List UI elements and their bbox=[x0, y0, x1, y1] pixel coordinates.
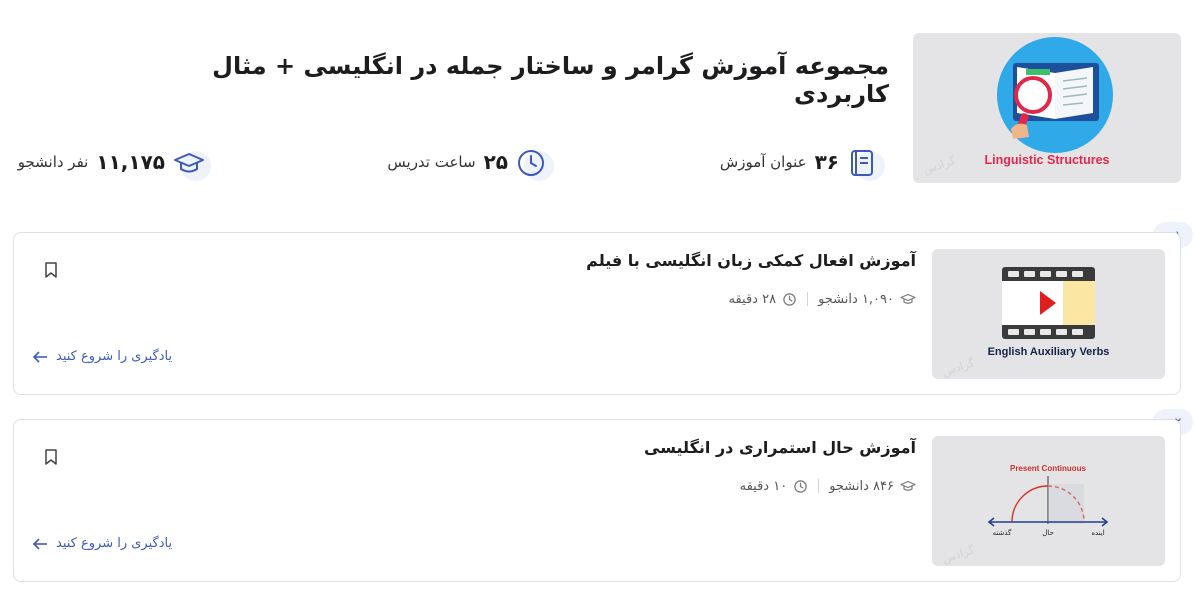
graduation-cap-icon bbox=[173, 143, 211, 181]
start-learning-label: یادگیری را شروع کنید bbox=[56, 536, 173, 551]
thumb-title: Present Continuous bbox=[1010, 464, 1087, 473]
arrow-left-icon bbox=[32, 350, 47, 363]
book-icon bbox=[847, 143, 885, 181]
clock-icon bbox=[783, 292, 796, 306]
item-thumbnail[interactable]: Present Continuous گذشته حال اینده گرادس bbox=[932, 436, 1165, 566]
stat-hours-label: ساعت تدریس bbox=[387, 153, 476, 171]
item-title[interactable]: آموزش افعال کمکی زبان انگلیسی با فیلم bbox=[316, 251, 916, 270]
page-title: مجموعه آموزش گرامر و ساختار جمله در انگل… bbox=[212, 52, 889, 108]
item-thumbnail[interactable]: English Auxiliary Verbs گرادس bbox=[932, 249, 1165, 379]
stat-lessons-label: عنوان آموزش bbox=[719, 153, 807, 171]
bookmark-icon[interactable] bbox=[42, 261, 60, 279]
arrow-left-icon bbox=[32, 537, 47, 550]
item-meta: ۸۴۶ دانشجو ۱۰ دقیقه bbox=[740, 478, 916, 494]
meta-divider bbox=[818, 479, 820, 493]
course-cover-image: Linguistic Structures گرادس bbox=[913, 33, 1181, 183]
timeline-past: گذشته bbox=[993, 528, 1012, 537]
stat-students-label: نفر دانشجو bbox=[17, 153, 89, 171]
item-students: ۸۴۶ دانشجو bbox=[829, 478, 894, 494]
item-title[interactable]: آموزش حال استمراری در انگلیسی bbox=[316, 438, 916, 457]
item-students: ۱,۰۹۰ دانشجو bbox=[818, 291, 894, 307]
clock-icon bbox=[516, 143, 554, 181]
stat-hours-value: ۲۵ bbox=[483, 150, 508, 174]
timeline-future: اینده bbox=[1091, 529, 1104, 537]
meta-divider bbox=[807, 292, 809, 306]
item-meta: ۱,۰۹۰ دانشجو ۲۸ دقیقه bbox=[729, 291, 917, 307]
item-duration: ۲۸ دقیقه bbox=[728, 291, 777, 307]
start-learning-link[interactable]: یادگیری را شروع کنید bbox=[32, 349, 172, 364]
stat-students: ۱۱,۱۷۵ نفر دانشجو bbox=[18, 142, 211, 182]
bookmark-icon[interactable] bbox=[42, 448, 60, 466]
start-learning-label: یادگیری را شروع کنید bbox=[56, 349, 173, 364]
clock-icon bbox=[794, 479, 807, 493]
course-item-card[interactable]: English Auxiliary Verbs گرادس آموزش افعا… bbox=[13, 232, 1181, 395]
stat-hours: ۲۵ ساعت تدریس bbox=[387, 142, 554, 182]
item-thumbnail-caption: English Auxiliary Verbs bbox=[987, 346, 1110, 358]
stat-lessons: ۳۶ عنوان آموزش bbox=[720, 142, 885, 182]
item-duration: ۱۰ دقیقه bbox=[739, 478, 788, 494]
graduation-cap-icon bbox=[900, 293, 916, 304]
timeline-now: حال bbox=[1042, 529, 1054, 537]
stat-lessons-value: ۳۶ bbox=[814, 150, 839, 174]
course-item-card[interactable]: Present Continuous گذشته حال اینده گرادس… bbox=[13, 419, 1181, 582]
graduation-cap-icon bbox=[900, 480, 916, 491]
stat-students-value: ۱۱,۱۷۵ bbox=[96, 150, 165, 174]
start-learning-link[interactable]: یادگیری را شروع کنید bbox=[32, 536, 172, 551]
